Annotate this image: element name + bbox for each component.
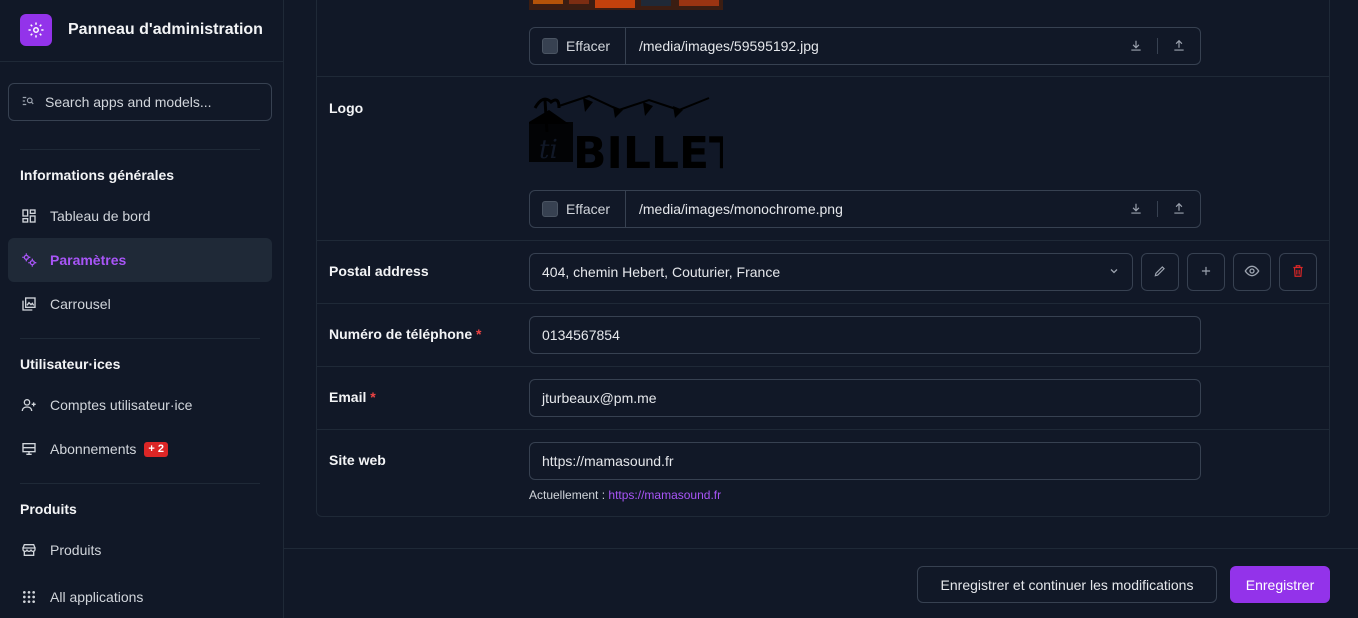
phone-field[interactable]: 0134567854 bbox=[529, 316, 1201, 354]
postal-address-select[interactable]: 404, chemin Hebert, Couturier, France bbox=[529, 253, 1133, 291]
card-icon bbox=[20, 440, 38, 458]
dashboard-icon bbox=[20, 207, 38, 225]
website-current-link[interactable]: https://mamasound.fr bbox=[608, 488, 721, 502]
row-divider bbox=[317, 240, 1329, 241]
sidebar-item-settings[interactable]: Paramètres bbox=[8, 238, 272, 282]
download-icon[interactable] bbox=[1115, 28, 1157, 64]
sidebar-item-subscriptions[interactable]: Abonnements + 2 bbox=[8, 427, 272, 471]
sidebar-item-all-applications[interactable]: All applications bbox=[8, 575, 272, 618]
divider bbox=[20, 483, 260, 484]
section-title-users: Utilisateur·ices bbox=[20, 356, 121, 372]
edit-address-button[interactable] bbox=[1141, 253, 1179, 291]
svg-text:ti: ti bbox=[539, 135, 558, 165]
footer-divider bbox=[284, 548, 1358, 549]
email-label: Email * bbox=[329, 389, 376, 405]
clear-checkbox-field[interactable]: Effacer bbox=[530, 28, 626, 64]
chevron-down-icon bbox=[1108, 264, 1120, 280]
sidebar-item-user-accounts[interactable]: Comptes utilisateur·ice bbox=[8, 383, 272, 427]
main-content: Effacer /media/images/59595192.jpg Logo bbox=[284, 0, 1358, 618]
logo-preview: ti BILLET bbox=[529, 88, 739, 179]
clear-checkbox-field[interactable]: Effacer bbox=[530, 191, 626, 227]
row-divider bbox=[317, 429, 1329, 430]
view-address-button[interactable] bbox=[1233, 253, 1271, 291]
search-input[interactable]: Search apps and models... bbox=[8, 83, 272, 121]
logo-label: Logo bbox=[329, 100, 364, 116]
count-badge: + 2 bbox=[144, 441, 169, 457]
image-file-input[interactable]: Effacer /media/images/59595192.jpg bbox=[529, 27, 1201, 65]
form-card: Effacer /media/images/59595192.jpg Logo bbox=[316, 0, 1330, 517]
upload-icon[interactable] bbox=[1158, 191, 1200, 227]
sidebar-item-products[interactable]: Produits bbox=[8, 528, 272, 572]
clear-checkbox[interactable] bbox=[542, 38, 558, 54]
website-field[interactable]: https://mamasound.fr bbox=[529, 442, 1201, 480]
search-icon bbox=[21, 94, 35, 111]
person-add-icon bbox=[20, 396, 38, 414]
file-path: /media/images/monochrome.png bbox=[639, 201, 843, 217]
search-placeholder: Search apps and models... bbox=[45, 94, 212, 110]
upload-icon[interactable] bbox=[1158, 28, 1200, 64]
plus-icon bbox=[1199, 264, 1213, 281]
file-path: /media/images/59595192.jpg bbox=[639, 38, 819, 54]
sidebar-item-label: Comptes utilisateur·ice bbox=[50, 397, 193, 413]
add-address-button[interactable] bbox=[1187, 253, 1225, 291]
phone-label: Numéro de téléphone * bbox=[329, 326, 482, 342]
pencil-icon bbox=[1153, 264, 1167, 281]
sidebar-item-label: Tableau de bord bbox=[50, 208, 151, 224]
row-divider bbox=[317, 76, 1329, 77]
gallery-icon bbox=[20, 295, 38, 313]
section-title-general: Informations générales bbox=[20, 167, 175, 183]
sidebar-item-dashboard[interactable]: Tableau de bord bbox=[8, 194, 272, 238]
brand[interactable]: Panneau d'administration bbox=[20, 14, 263, 46]
required-marker: * bbox=[476, 326, 482, 342]
trash-icon bbox=[1291, 264, 1305, 281]
sidebar-item-label: All applications bbox=[50, 589, 144, 605]
website-help-text: Actuellement : https://mamasound.fr bbox=[529, 488, 722, 502]
section-title-products: Produits bbox=[20, 501, 77, 517]
sidebar-item-label: Carrousel bbox=[50, 296, 111, 312]
row-divider bbox=[317, 366, 1329, 367]
sidebar: Panneau d'administration Search apps and… bbox=[0, 0, 284, 618]
eye-icon bbox=[1244, 263, 1260, 282]
divider bbox=[20, 149, 260, 150]
sidebar-item-label: Paramètres bbox=[50, 252, 127, 268]
required-marker: * bbox=[370, 389, 376, 405]
clear-label: Effacer bbox=[566, 201, 611, 217]
image-preview bbox=[529, 0, 723, 13]
apps-grid-icon bbox=[20, 588, 38, 606]
postal-address-label: Postal address bbox=[329, 263, 429, 279]
settings-icon bbox=[20, 251, 38, 269]
settings-logo-icon bbox=[20, 14, 52, 46]
download-icon[interactable] bbox=[1115, 191, 1157, 227]
email-field[interactable]: jturbeaux@pm.me bbox=[529, 379, 1201, 417]
sidebar-item-carousel[interactable]: Carrousel bbox=[8, 282, 272, 326]
sidebar-item-label: Produits bbox=[50, 542, 102, 558]
store-icon bbox=[20, 541, 38, 559]
divider bbox=[0, 61, 283, 62]
clear-checkbox[interactable] bbox=[542, 201, 558, 217]
delete-address-button[interactable] bbox=[1279, 253, 1317, 291]
clear-label: Effacer bbox=[566, 38, 611, 54]
sidebar-item-label: Abonnements bbox=[50, 441, 137, 457]
divider bbox=[20, 338, 260, 339]
save-button[interactable]: Enregistrer bbox=[1230, 566, 1330, 603]
svg-text:BILLET: BILLET bbox=[573, 128, 723, 176]
save-and-continue-button[interactable]: Enregistrer et continuer les modificatio… bbox=[917, 566, 1217, 603]
row-divider bbox=[317, 303, 1329, 304]
logo-file-input[interactable]: Effacer /media/images/monochrome.png bbox=[529, 190, 1201, 228]
postal-address-value: 404, chemin Hebert, Couturier, France bbox=[542, 264, 781, 280]
brand-title: Panneau d'administration bbox=[68, 21, 263, 38]
website-label: Site web bbox=[329, 452, 386, 468]
